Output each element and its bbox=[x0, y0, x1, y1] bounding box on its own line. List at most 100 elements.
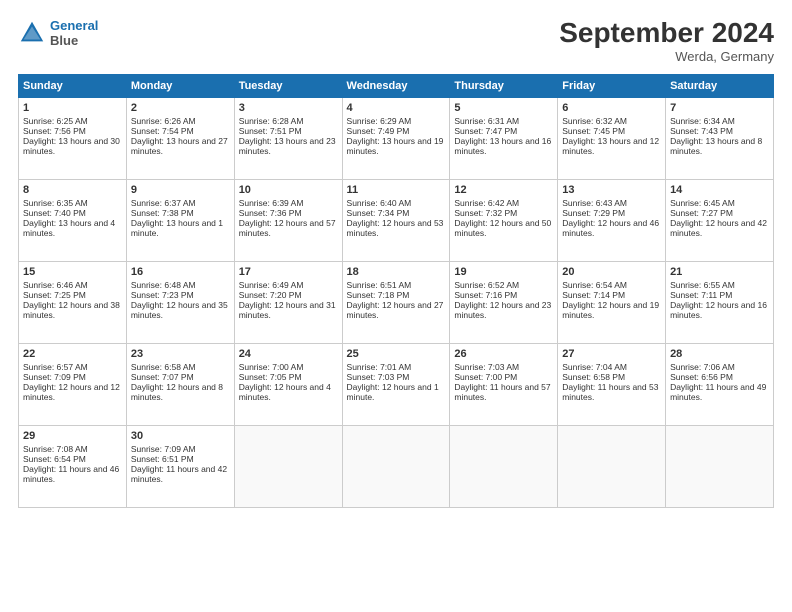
day-number: 2 bbox=[131, 102, 230, 114]
day-number: 28 bbox=[670, 348, 769, 360]
sunset-text: Sunset: 7:45 PM bbox=[562, 126, 625, 136]
calendar-cell: 11 Sunrise: 6:40 AM Sunset: 7:34 PM Dayl… bbox=[342, 179, 450, 261]
calendar-cell: 6 Sunrise: 6:32 AM Sunset: 7:45 PM Dayli… bbox=[558, 97, 666, 179]
calendar-cell bbox=[234, 425, 342, 507]
sunset-text: Sunset: 7:54 PM bbox=[131, 126, 194, 136]
daylight-text: Daylight: 12 hours and 27 minutes. bbox=[347, 300, 444, 320]
sunrise-text: Sunrise: 6:55 AM bbox=[670, 280, 735, 290]
calendar-cell: 10 Sunrise: 6:39 AM Sunset: 7:36 PM Dayl… bbox=[234, 179, 342, 261]
sunrise-text: Sunrise: 6:58 AM bbox=[131, 362, 196, 372]
week-row-1: 1 Sunrise: 6:25 AM Sunset: 7:56 PM Dayli… bbox=[19, 97, 774, 179]
calendar-cell: 26 Sunrise: 7:03 AM Sunset: 7:00 PM Dayl… bbox=[450, 343, 558, 425]
daylight-text: Daylight: 12 hours and 35 minutes. bbox=[131, 300, 228, 320]
sunset-text: Sunset: 7:00 PM bbox=[454, 372, 517, 382]
calendar-cell: 30 Sunrise: 7:09 AM Sunset: 6:51 PM Dayl… bbox=[126, 425, 234, 507]
sunrise-text: Sunrise: 7:01 AM bbox=[347, 362, 412, 372]
location: Werda, Germany bbox=[559, 49, 774, 64]
day-number: 16 bbox=[131, 266, 230, 278]
daylight-text: Daylight: 13 hours and 4 minutes. bbox=[23, 218, 115, 238]
day-number: 19 bbox=[454, 266, 553, 278]
sunset-text: Sunset: 7:03 PM bbox=[347, 372, 410, 382]
day-number: 25 bbox=[347, 348, 446, 360]
sunset-text: Sunset: 7:07 PM bbox=[131, 372, 194, 382]
calendar-cell: 21 Sunrise: 6:55 AM Sunset: 7:11 PM Dayl… bbox=[666, 261, 774, 343]
calendar-cell: 3 Sunrise: 6:28 AM Sunset: 7:51 PM Dayli… bbox=[234, 97, 342, 179]
day-number: 17 bbox=[239, 266, 338, 278]
calendar-cell: 27 Sunrise: 7:04 AM Sunset: 6:58 PM Dayl… bbox=[558, 343, 666, 425]
sunrise-text: Sunrise: 7:00 AM bbox=[239, 362, 304, 372]
sunset-text: Sunset: 7:18 PM bbox=[347, 290, 410, 300]
sunrise-text: Sunrise: 6:43 AM bbox=[562, 198, 627, 208]
calendar-cell: 8 Sunrise: 6:35 AM Sunset: 7:40 PM Dayli… bbox=[19, 179, 127, 261]
daylight-text: Daylight: 12 hours and 16 minutes. bbox=[670, 300, 767, 320]
month-title: September 2024 bbox=[559, 18, 774, 49]
sunset-text: Sunset: 7:47 PM bbox=[454, 126, 517, 136]
calendar-cell: 5 Sunrise: 6:31 AM Sunset: 7:47 PM Dayli… bbox=[450, 97, 558, 179]
day-number: 22 bbox=[23, 348, 122, 360]
calendar-cell: 14 Sunrise: 6:45 AM Sunset: 7:27 PM Dayl… bbox=[666, 179, 774, 261]
daylight-text: Daylight: 11 hours and 49 minutes. bbox=[670, 382, 766, 402]
week-row-2: 8 Sunrise: 6:35 AM Sunset: 7:40 PM Dayli… bbox=[19, 179, 774, 261]
page: General Blue September 2024 Werda, Germa… bbox=[0, 0, 792, 612]
day-number: 20 bbox=[562, 266, 661, 278]
sunrise-text: Sunrise: 6:57 AM bbox=[23, 362, 88, 372]
calendar-cell: 19 Sunrise: 6:52 AM Sunset: 7:16 PM Dayl… bbox=[450, 261, 558, 343]
sunrise-text: Sunrise: 6:39 AM bbox=[239, 198, 304, 208]
calendar-cell bbox=[450, 425, 558, 507]
day-number: 8 bbox=[23, 184, 122, 196]
week-row-3: 15 Sunrise: 6:46 AM Sunset: 7:25 PM Dayl… bbox=[19, 261, 774, 343]
calendar-cell: 13 Sunrise: 6:43 AM Sunset: 7:29 PM Dayl… bbox=[558, 179, 666, 261]
sunset-text: Sunset: 7:43 PM bbox=[670, 126, 733, 136]
day-number: 14 bbox=[670, 184, 769, 196]
sunrise-text: Sunrise: 6:34 AM bbox=[670, 116, 735, 126]
sunrise-text: Sunrise: 6:31 AM bbox=[454, 116, 519, 126]
calendar-body: 1 Sunrise: 6:25 AM Sunset: 7:56 PM Dayli… bbox=[19, 97, 774, 507]
sunrise-text: Sunrise: 7:09 AM bbox=[131, 444, 196, 454]
sunrise-text: Sunrise: 7:06 AM bbox=[670, 362, 735, 372]
sunrise-text: Sunrise: 6:32 AM bbox=[562, 116, 627, 126]
sunset-text: Sunset: 7:38 PM bbox=[131, 208, 194, 218]
daylight-text: Daylight: 11 hours and 46 minutes. bbox=[23, 464, 119, 484]
sunrise-text: Sunrise: 6:49 AM bbox=[239, 280, 304, 290]
calendar-cell: 7 Sunrise: 6:34 AM Sunset: 7:43 PM Dayli… bbox=[666, 97, 774, 179]
sunset-text: Sunset: 7:11 PM bbox=[670, 290, 732, 300]
sunset-text: Sunset: 7:23 PM bbox=[131, 290, 194, 300]
calendar-cell: 15 Sunrise: 6:46 AM Sunset: 7:25 PM Dayl… bbox=[19, 261, 127, 343]
day-number: 6 bbox=[562, 102, 661, 114]
daylight-text: Daylight: 13 hours and 8 minutes. bbox=[670, 136, 762, 156]
day-number: 4 bbox=[347, 102, 446, 114]
calendar-cell: 4 Sunrise: 6:29 AM Sunset: 7:49 PM Dayli… bbox=[342, 97, 450, 179]
calendar-cell: 17 Sunrise: 6:49 AM Sunset: 7:20 PM Dayl… bbox=[234, 261, 342, 343]
day-number: 27 bbox=[562, 348, 661, 360]
sunrise-text: Sunrise: 6:42 AM bbox=[454, 198, 519, 208]
col-wednesday: Wednesday bbox=[342, 74, 450, 97]
day-number: 1 bbox=[23, 102, 122, 114]
col-tuesday: Tuesday bbox=[234, 74, 342, 97]
calendar-cell: 9 Sunrise: 6:37 AM Sunset: 7:38 PM Dayli… bbox=[126, 179, 234, 261]
sunrise-text: Sunrise: 6:25 AM bbox=[23, 116, 88, 126]
sunset-text: Sunset: 6:56 PM bbox=[670, 372, 733, 382]
col-thursday: Thursday bbox=[450, 74, 558, 97]
sunrise-text: Sunrise: 6:29 AM bbox=[347, 116, 412, 126]
daylight-text: Daylight: 12 hours and 53 minutes. bbox=[347, 218, 444, 238]
week-row-4: 22 Sunrise: 6:57 AM Sunset: 7:09 PM Dayl… bbox=[19, 343, 774, 425]
calendar-cell: 1 Sunrise: 6:25 AM Sunset: 7:56 PM Dayli… bbox=[19, 97, 127, 179]
logo-text: General Blue bbox=[50, 18, 98, 48]
sunset-text: Sunset: 7:36 PM bbox=[239, 208, 302, 218]
day-number: 11 bbox=[347, 184, 446, 196]
col-monday: Monday bbox=[126, 74, 234, 97]
day-number: 3 bbox=[239, 102, 338, 114]
sunset-text: Sunset: 7:32 PM bbox=[454, 208, 517, 218]
day-number: 30 bbox=[131, 430, 230, 442]
calendar-cell: 2 Sunrise: 6:26 AM Sunset: 7:54 PM Dayli… bbox=[126, 97, 234, 179]
daylight-text: Daylight: 12 hours and 42 minutes. bbox=[670, 218, 767, 238]
sunrise-text: Sunrise: 6:46 AM bbox=[23, 280, 88, 290]
sunrise-text: Sunrise: 6:26 AM bbox=[131, 116, 196, 126]
daylight-text: Daylight: 13 hours and 23 minutes. bbox=[239, 136, 336, 156]
daylight-text: Daylight: 12 hours and 31 minutes. bbox=[239, 300, 336, 320]
header: General Blue September 2024 Werda, Germa… bbox=[18, 18, 774, 64]
daylight-text: Daylight: 13 hours and 19 minutes. bbox=[347, 136, 444, 156]
day-number: 13 bbox=[562, 184, 661, 196]
daylight-text: Daylight: 13 hours and 16 minutes. bbox=[454, 136, 551, 156]
calendar-cell: 25 Sunrise: 7:01 AM Sunset: 7:03 PM Dayl… bbox=[342, 343, 450, 425]
